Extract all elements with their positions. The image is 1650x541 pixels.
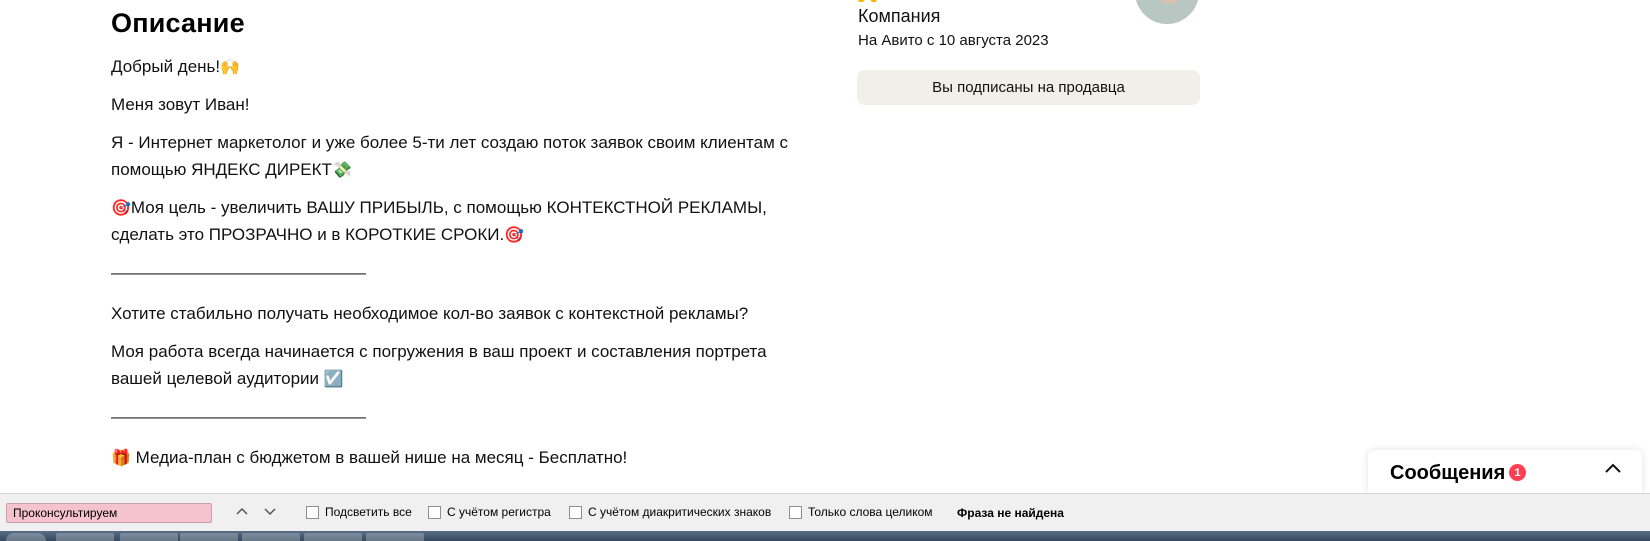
checkbox-box[interactable]	[306, 505, 319, 519]
description-separator: ———————————————	[111, 263, 366, 282]
chevron-up-icon[interactable]	[1602, 458, 1624, 486]
seller-avatar[interactable]	[1135, 0, 1199, 24]
highlight-all-checkbox[interactable]: Подсветить все	[306, 505, 412, 519]
whole-words-checkbox[interactable]: Только слова целиком	[789, 505, 933, 519]
unread-badge: 1	[1509, 464, 1526, 481]
raised-hands-icon: 🙌	[220, 57, 241, 76]
seller-type: Компания	[858, 6, 941, 26]
gift-icon: 🎁	[111, 448, 131, 467]
check-box-icon: ☑️	[323, 369, 344, 388]
checkbox-label: Только слова целиком	[808, 505, 933, 519]
target-icon: 🎯	[111, 198, 131, 217]
description-section: Описание Добрый день!🙌 Меня зовут Иван! …	[111, 8, 811, 482]
messages-widget[interactable]: Сообщения 1	[1368, 450, 1642, 493]
taskbar-button[interactable]	[180, 533, 238, 541]
subscribed-button[interactable]: Вы подписаны на продавца	[857, 70, 1200, 105]
find-bar: Подсветить все С учётом регистра С учёто…	[0, 493, 1650, 532]
target-icon: 🎯	[504, 225, 525, 244]
description-paragraph: Я - Интернет маркетолог и уже более 5-ти…	[111, 133, 789, 179]
start-icon[interactable]	[6, 533, 46, 541]
checkbox-label: С учётом регистра	[447, 505, 551, 519]
checkbox-box[interactable]	[569, 505, 582, 519]
messages-title: Сообщения	[1390, 462, 1506, 484]
description-paragraph: 🎯Моя цель - увеличить ВАШУ ПРИБЫЛЬ, с по…	[111, 198, 767, 244]
star-icon: ★★	[855, 0, 880, 2]
find-status: Фраза не найдена	[957, 506, 1064, 520]
description-paragraph: 🎁 Медиа-план с бюджетом в вашей нише на …	[111, 448, 628, 467]
listing-page: Описание Добрый день!🙌 Меня зовут Иван! …	[0, 0, 1650, 493]
description-heading: Описание	[111, 8, 245, 38]
checkbox-box[interactable]	[428, 505, 441, 519]
find-next-icon[interactable]	[263, 503, 277, 522]
checkbox-box[interactable]	[789, 505, 802, 519]
match-case-checkbox[interactable]: С учётом регистра	[428, 505, 551, 519]
checkbox-label: Подсветить все	[325, 505, 412, 519]
taskbar-button[interactable]	[366, 533, 424, 541]
description-paragraph: Хотите стабильно получать необходимое ко…	[111, 304, 749, 323]
find-input[interactable]	[6, 503, 212, 523]
description-paragraph: Моя работа всегда начинается с погружени…	[111, 342, 767, 388]
taskbar-button[interactable]	[304, 533, 362, 541]
description-paragraph: Добрый день!🙌	[111, 57, 241, 76]
taskbar-button[interactable]	[56, 533, 114, 541]
description-separator: ———————————————	[111, 407, 366, 426]
money-icon: 💸	[331, 160, 352, 179]
taskbar	[0, 531, 1650, 541]
seller-since: На Авито с 10 августа 2023	[858, 32, 1049, 49]
taskbar-button[interactable]	[242, 533, 300, 541]
find-previous-icon[interactable]	[235, 503, 249, 522]
match-diacritics-checkbox[interactable]: С учётом диакритических знаков	[569, 505, 771, 519]
checkbox-label: С учётом диакритических знаков	[588, 505, 772, 519]
taskbar-button[interactable]	[120, 533, 178, 541]
description-paragraph: Меня зовут Иван!	[111, 95, 250, 114]
